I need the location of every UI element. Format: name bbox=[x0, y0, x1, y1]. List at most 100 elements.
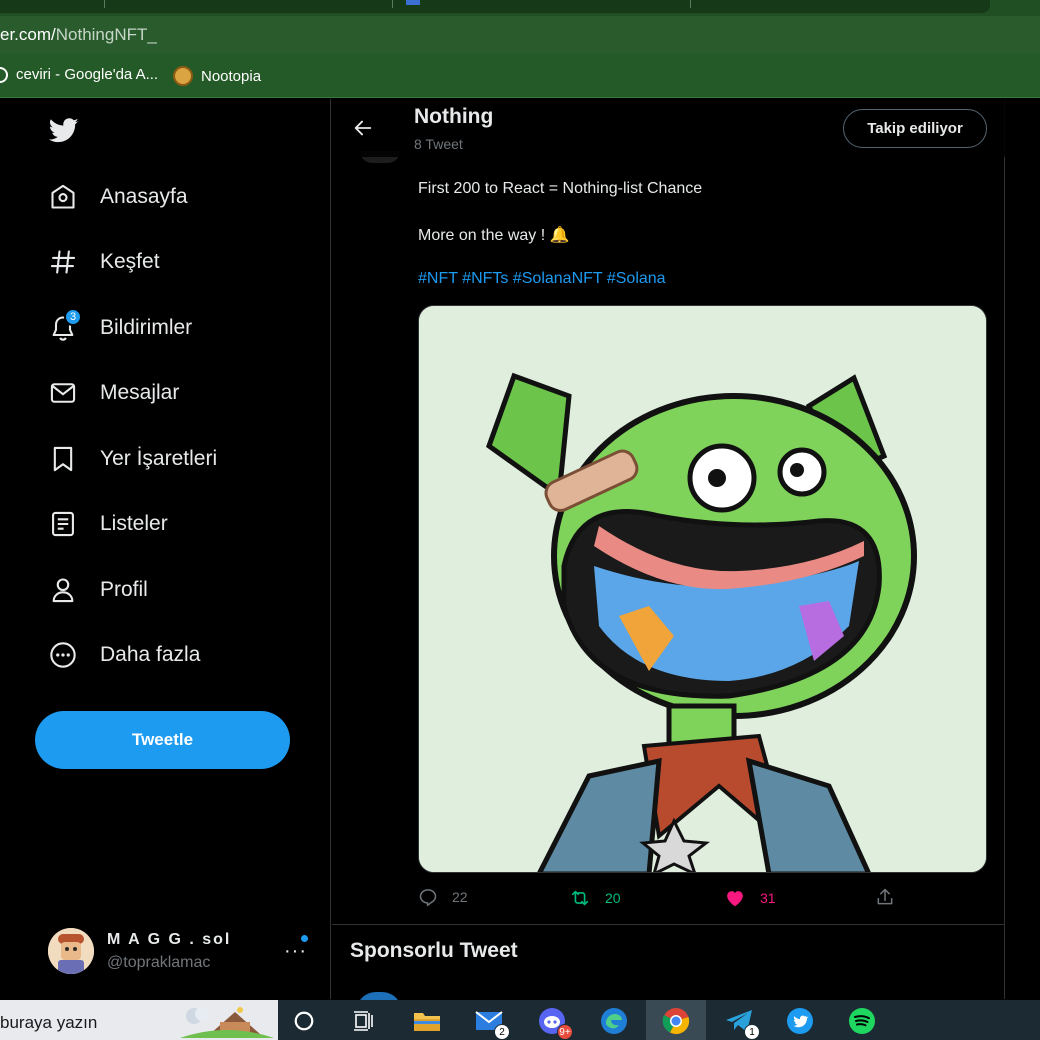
nootopia-coin-icon bbox=[173, 66, 193, 86]
notification-badge: 3 bbox=[64, 308, 82, 326]
edge-button[interactable] bbox=[599, 1006, 629, 1036]
taskbar-search-box[interactable]: buraya yazın bbox=[0, 1000, 278, 1040]
twitter-logo-icon[interactable] bbox=[47, 115, 81, 145]
bookmarks-bar: ceviri - Google'da A... Nootopia bbox=[0, 54, 1040, 98]
discord-badge: 9+ bbox=[557, 1024, 573, 1040]
mail-button[interactable]: 2 bbox=[474, 1006, 510, 1040]
sidebar-item-messages[interactable]: Mesajlar bbox=[48, 373, 179, 413]
sidebar-item-label: Bildirimler bbox=[100, 316, 193, 339]
bookmark-label: ceviri - Google'da A... bbox=[16, 66, 159, 83]
tweet-text-line: First 200 to React = Nothing-list Chance bbox=[418, 180, 703, 197]
tab-strip-background bbox=[0, 0, 990, 13]
reply-icon bbox=[419, 889, 437, 907]
sidebar-item-profile[interactable]: Profil bbox=[48, 570, 148, 610]
bookmark-label: Nootopia bbox=[201, 67, 262, 85]
tweet-media-image[interactable] bbox=[418, 305, 987, 873]
bookmark-ceviri[interactable]: ceviri - Google'da A... bbox=[0, 66, 158, 83]
sidebar-item-more[interactable]: Daha fazla bbox=[48, 635, 200, 675]
account-handle: @topraklamac bbox=[107, 954, 211, 971]
discord-button[interactable]: 9+ bbox=[537, 1006, 573, 1040]
following-button[interactable]: Takip ediliyor bbox=[843, 109, 987, 148]
sidebar-item-label: Mesajlar bbox=[100, 381, 180, 404]
envelope-icon bbox=[48, 378, 78, 408]
hashtag-link[interactable]: #NFT bbox=[418, 270, 458, 287]
tab-separator bbox=[690, 0, 691, 8]
retweet-count: 20 bbox=[605, 890, 621, 906]
bookmark-icon bbox=[48, 444, 78, 474]
sidebar: Anasayfa Keşfet 3 Bildirimler Mesajlar Y… bbox=[0, 99, 331, 999]
like-count: 31 bbox=[760, 890, 776, 906]
back-button[interactable] bbox=[348, 113, 378, 143]
task-view-button[interactable] bbox=[349, 1006, 379, 1036]
sidebar-item-label: Daha fazla bbox=[100, 643, 201, 666]
hashtag-link[interactable]: #SolanaNFT bbox=[513, 270, 603, 287]
sidebar-item-notifications[interactable]: 3 Bildirimler bbox=[48, 308, 192, 348]
sponsored-tweet-heading: Sponsorlu Tweet bbox=[350, 939, 518, 962]
spotify-icon bbox=[849, 1008, 875, 1034]
avatar bbox=[48, 928, 94, 974]
retweet-button[interactable]: 20 bbox=[569, 887, 621, 909]
chrome-button[interactable] bbox=[661, 1006, 691, 1036]
tweet-count: 8 Tweet bbox=[414, 136, 463, 152]
more-circle-icon bbox=[48, 640, 78, 670]
edge-icon bbox=[601, 1008, 627, 1034]
tweet-actions: 22 20 31 bbox=[418, 887, 987, 911]
sidebar-item-explore[interactable]: Keşfet bbox=[48, 242, 160, 282]
sidebar-item-label: Profil bbox=[100, 578, 148, 601]
reply-count: 22 bbox=[452, 889, 468, 905]
unread-dot bbox=[301, 935, 308, 942]
retweet-icon bbox=[571, 890, 589, 906]
twitter-app-icon bbox=[787, 1008, 813, 1034]
url-path: NothingNFT_ bbox=[55, 25, 157, 44]
twitter-app-button[interactable] bbox=[785, 1006, 815, 1036]
tab-separator bbox=[104, 0, 105, 8]
sidebar-item-label: Listeler bbox=[100, 512, 168, 535]
account-name: M A G G . sol bbox=[107, 931, 232, 948]
list-icon bbox=[48, 509, 78, 539]
windows-taskbar: buraya yazın 2 9+ 1 bbox=[0, 1000, 1040, 1040]
bookmark-favicon-icon bbox=[0, 66, 8, 83]
sidebar-item-label: Keşfet bbox=[100, 250, 160, 273]
file-explorer-button[interactable] bbox=[412, 1006, 442, 1036]
tweet-hashtags: #NFT #NFTs #SolanaNFT #Solana bbox=[418, 270, 666, 288]
person-icon bbox=[48, 575, 78, 605]
account-more-icon[interactable]: ··· bbox=[284, 940, 307, 963]
sidebar-item-label: Yer İşaretleri bbox=[100, 447, 218, 470]
bookmark-nootopia[interactable]: Nootopia bbox=[173, 66, 261, 86]
task-view-icon bbox=[354, 1011, 373, 1031]
taskbar-search-placeholder: buraya yazın bbox=[0, 1013, 98, 1032]
account-switcher[interactable]: M A G G . sol @topraklamac ··· bbox=[48, 926, 318, 976]
weather-widget-icon[interactable] bbox=[180, 1004, 274, 1038]
hashtag-icon bbox=[48, 247, 78, 277]
telegram-badge: 1 bbox=[744, 1024, 760, 1040]
url-host: er.com/ bbox=[0, 25, 56, 44]
mail-badge: 2 bbox=[494, 1024, 510, 1040]
sidebar-item-label: Anasayfa bbox=[100, 185, 188, 208]
spotify-button[interactable] bbox=[847, 1006, 877, 1036]
section-divider bbox=[332, 924, 1005, 925]
hashtag-link[interactable]: #NFTs bbox=[462, 270, 508, 287]
home-icon bbox=[48, 182, 78, 212]
telegram-button[interactable]: 1 bbox=[724, 1006, 760, 1040]
tweet-button[interactable]: Tweetle bbox=[35, 711, 290, 769]
like-button[interactable]: 31 bbox=[724, 887, 776, 909]
share-button[interactable] bbox=[875, 887, 895, 907]
folder-icon bbox=[414, 1013, 440, 1031]
hashtag-link[interactable]: #Solana bbox=[607, 270, 666, 287]
sidebar-item-home[interactable]: Anasayfa bbox=[48, 177, 188, 217]
tab-separator bbox=[392, 0, 393, 8]
sidebar-item-bookmarks[interactable]: Yer İşaretleri bbox=[48, 439, 217, 479]
url-text[interactable]: er.com/NothingNFT_ bbox=[0, 25, 157, 45]
address-bar[interactable]: er.com/NothingNFT_ bbox=[0, 16, 1040, 54]
tab-favicon[interactable] bbox=[406, 0, 420, 5]
reply-button[interactable]: 22 bbox=[418, 887, 468, 907]
main-column: Nothing 8 Tweet Takip ediliyor First 200… bbox=[332, 99, 1005, 1012]
chrome-icon bbox=[662, 1008, 690, 1035]
sidebar-item-lists[interactable]: Listeler bbox=[48, 504, 168, 544]
heart-filled-icon bbox=[727, 891, 743, 907]
share-icon bbox=[877, 888, 893, 905]
page-title: Nothing bbox=[414, 105, 494, 128]
cortana-button[interactable] bbox=[289, 1006, 319, 1036]
bell-icon: 3 bbox=[48, 308, 82, 343]
tweet-text-line: More on the way ! 🔔 bbox=[418, 227, 570, 244]
